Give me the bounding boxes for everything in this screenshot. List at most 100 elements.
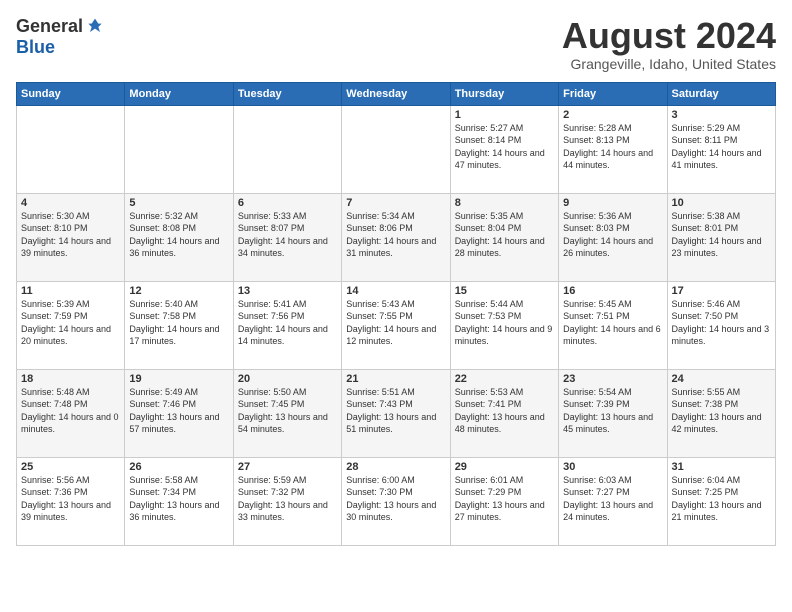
day-cell: 19Sunrise: 5:49 AMSunset: 7:46 PMDayligh… [125, 369, 233, 457]
day-cell: 21Sunrise: 5:51 AMSunset: 7:43 PMDayligh… [342, 369, 450, 457]
day-cell: 24Sunrise: 5:55 AMSunset: 7:38 PMDayligh… [667, 369, 775, 457]
day-number: 20 [238, 373, 337, 385]
day-cell: 8Sunrise: 5:35 AMSunset: 8:04 PMDaylight… [450, 193, 558, 281]
day-cell: 5Sunrise: 5:32 AMSunset: 8:08 PMDaylight… [125, 193, 233, 281]
day-info: Sunrise: 5:49 AMSunset: 7:46 PMDaylight:… [129, 386, 228, 436]
day-info: Sunrise: 5:36 AMSunset: 8:03 PMDaylight:… [563, 210, 662, 260]
day-cell: 25Sunrise: 5:56 AMSunset: 7:36 PMDayligh… [17, 457, 125, 545]
day-info: Sunrise: 5:30 AMSunset: 8:10 PMDaylight:… [21, 210, 120, 260]
day-number: 2 [563, 109, 662, 121]
day-number: 29 [455, 461, 554, 473]
day-number: 11 [21, 285, 120, 297]
col-friday: Friday [559, 82, 667, 105]
day-cell: 4Sunrise: 5:30 AMSunset: 8:10 PMDaylight… [17, 193, 125, 281]
day-number: 23 [563, 373, 662, 385]
week-row-4: 18Sunrise: 5:48 AMSunset: 7:48 PMDayligh… [17, 369, 776, 457]
header-row: Sunday Monday Tuesday Wednesday Thursday… [17, 82, 776, 105]
day-number: 26 [129, 461, 228, 473]
day-number: 9 [563, 197, 662, 209]
day-number: 17 [672, 285, 771, 297]
day-cell: 12Sunrise: 5:40 AMSunset: 7:58 PMDayligh… [125, 281, 233, 369]
day-info: Sunrise: 5:27 AMSunset: 8:14 PMDaylight:… [455, 122, 554, 172]
day-info: Sunrise: 5:56 AMSunset: 7:36 PMDaylight:… [21, 474, 120, 524]
day-cell: 30Sunrise: 6:03 AMSunset: 7:27 PMDayligh… [559, 457, 667, 545]
day-cell: 6Sunrise: 5:33 AMSunset: 8:07 PMDaylight… [233, 193, 341, 281]
day-number: 22 [455, 373, 554, 385]
day-info: Sunrise: 5:50 AMSunset: 7:45 PMDaylight:… [238, 386, 337, 436]
day-cell: 31Sunrise: 6:04 AMSunset: 7:25 PMDayligh… [667, 457, 775, 545]
day-info: Sunrise: 5:33 AMSunset: 8:07 PMDaylight:… [238, 210, 337, 260]
day-cell: 16Sunrise: 5:45 AMSunset: 7:51 PMDayligh… [559, 281, 667, 369]
day-info: Sunrise: 5:48 AMSunset: 7:48 PMDaylight:… [21, 386, 120, 436]
day-info: Sunrise: 5:34 AMSunset: 8:06 PMDaylight:… [346, 210, 445, 260]
day-cell [342, 105, 450, 193]
day-info: Sunrise: 6:03 AMSunset: 7:27 PMDaylight:… [563, 474, 662, 524]
col-tuesday: Tuesday [233, 82, 341, 105]
day-number: 24 [672, 373, 771, 385]
day-cell [125, 105, 233, 193]
day-number: 13 [238, 285, 337, 297]
logo-icon [85, 17, 105, 37]
day-cell: 10Sunrise: 5:38 AMSunset: 8:01 PMDayligh… [667, 193, 775, 281]
week-row-3: 11Sunrise: 5:39 AMSunset: 7:59 PMDayligh… [17, 281, 776, 369]
day-number: 19 [129, 373, 228, 385]
day-info: Sunrise: 5:38 AMSunset: 8:01 PMDaylight:… [672, 210, 771, 260]
day-cell: 22Sunrise: 5:53 AMSunset: 7:41 PMDayligh… [450, 369, 558, 457]
day-number: 5 [129, 197, 228, 209]
day-info: Sunrise: 5:46 AMSunset: 7:50 PMDaylight:… [672, 298, 771, 348]
week-row-2: 4Sunrise: 5:30 AMSunset: 8:10 PMDaylight… [17, 193, 776, 281]
week-row-5: 25Sunrise: 5:56 AMSunset: 7:36 PMDayligh… [17, 457, 776, 545]
day-cell: 3Sunrise: 5:29 AMSunset: 8:11 PMDaylight… [667, 105, 775, 193]
day-info: Sunrise: 5:53 AMSunset: 7:41 PMDaylight:… [455, 386, 554, 436]
day-number: 16 [563, 285, 662, 297]
day-info: Sunrise: 5:28 AMSunset: 8:13 PMDaylight:… [563, 122, 662, 172]
day-number: 25 [21, 461, 120, 473]
day-info: Sunrise: 5:40 AMSunset: 7:58 PMDaylight:… [129, 298, 228, 348]
day-number: 15 [455, 285, 554, 297]
day-cell: 27Sunrise: 5:59 AMSunset: 7:32 PMDayligh… [233, 457, 341, 545]
day-number: 3 [672, 109, 771, 121]
day-cell: 2Sunrise: 5:28 AMSunset: 8:13 PMDaylight… [559, 105, 667, 193]
day-info: Sunrise: 5:32 AMSunset: 8:08 PMDaylight:… [129, 210, 228, 260]
day-cell: 11Sunrise: 5:39 AMSunset: 7:59 PMDayligh… [17, 281, 125, 369]
day-cell: 1Sunrise: 5:27 AMSunset: 8:14 PMDaylight… [450, 105, 558, 193]
header: General Blue August 2024 Grangeville, Id… [16, 16, 776, 72]
day-number: 28 [346, 461, 445, 473]
logo-blue: Blue [16, 37, 55, 58]
day-number: 21 [346, 373, 445, 385]
day-cell: 17Sunrise: 5:46 AMSunset: 7:50 PMDayligh… [667, 281, 775, 369]
day-info: Sunrise: 5:58 AMSunset: 7:34 PMDaylight:… [129, 474, 228, 524]
day-cell: 14Sunrise: 5:43 AMSunset: 7:55 PMDayligh… [342, 281, 450, 369]
day-cell: 18Sunrise: 5:48 AMSunset: 7:48 PMDayligh… [17, 369, 125, 457]
day-info: Sunrise: 5:44 AMSunset: 7:53 PMDaylight:… [455, 298, 554, 348]
day-cell [233, 105, 341, 193]
day-number: 4 [21, 197, 120, 209]
day-cell: 29Sunrise: 6:01 AMSunset: 7:29 PMDayligh… [450, 457, 558, 545]
day-number: 31 [672, 461, 771, 473]
day-number: 8 [455, 197, 554, 209]
day-info: Sunrise: 5:39 AMSunset: 7:59 PMDaylight:… [21, 298, 120, 348]
day-number: 7 [346, 197, 445, 209]
day-cell: 9Sunrise: 5:36 AMSunset: 8:03 PMDaylight… [559, 193, 667, 281]
day-info: Sunrise: 5:43 AMSunset: 7:55 PMDaylight:… [346, 298, 445, 348]
day-number: 30 [563, 461, 662, 473]
day-number: 1 [455, 109, 554, 121]
day-info: Sunrise: 5:54 AMSunset: 7:39 PMDaylight:… [563, 386, 662, 436]
day-info: Sunrise: 6:00 AMSunset: 7:30 PMDaylight:… [346, 474, 445, 524]
day-number: 27 [238, 461, 337, 473]
day-cell: 7Sunrise: 5:34 AMSunset: 8:06 PMDaylight… [342, 193, 450, 281]
day-number: 6 [238, 197, 337, 209]
col-monday: Monday [125, 82, 233, 105]
day-info: Sunrise: 5:35 AMSunset: 8:04 PMDaylight:… [455, 210, 554, 260]
col-sunday: Sunday [17, 82, 125, 105]
col-saturday: Saturday [667, 82, 775, 105]
day-number: 12 [129, 285, 228, 297]
day-info: Sunrise: 5:45 AMSunset: 7:51 PMDaylight:… [563, 298, 662, 348]
day-cell: 13Sunrise: 5:41 AMSunset: 7:56 PMDayligh… [233, 281, 341, 369]
day-number: 14 [346, 285, 445, 297]
location: Grangeville, Idaho, United States [562, 56, 776, 72]
day-cell: 15Sunrise: 5:44 AMSunset: 7:53 PMDayligh… [450, 281, 558, 369]
day-number: 10 [672, 197, 771, 209]
calendar-table: Sunday Monday Tuesday Wednesday Thursday… [16, 82, 776, 546]
month-title: August 2024 [562, 16, 776, 56]
